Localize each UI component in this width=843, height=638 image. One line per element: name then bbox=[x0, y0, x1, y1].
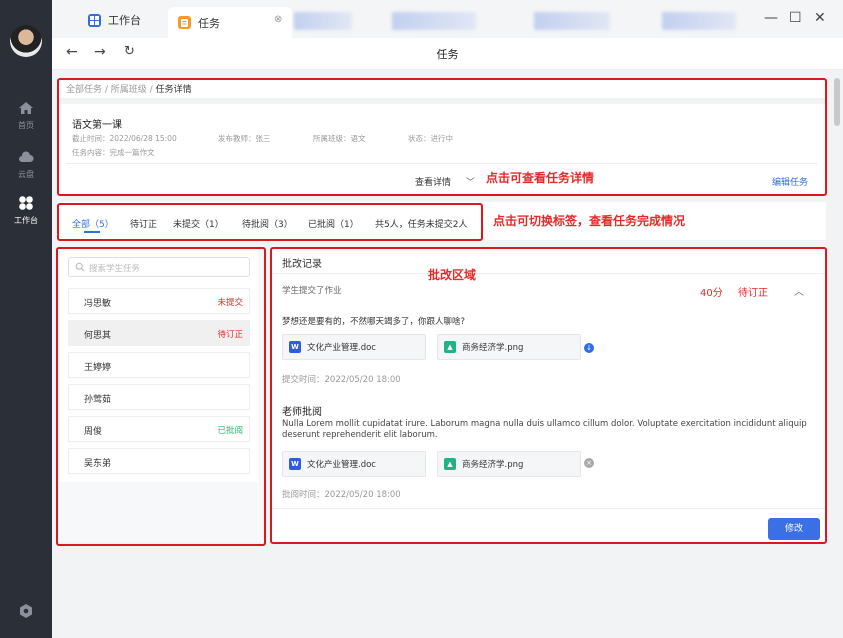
workbench-icon bbox=[88, 13, 101, 27]
avatar[interactable] bbox=[10, 25, 42, 57]
annotation-tabs: 点击可切换标签，查看任务完成情况 bbox=[493, 214, 686, 228]
app-sidebar: 首页 云盘 工作台 bbox=[0, 0, 52, 638]
cloud-icon bbox=[19, 151, 34, 162]
minimize-icon[interactable]: — bbox=[764, 10, 778, 26]
annotation-box-detail bbox=[57, 78, 827, 196]
home-icon bbox=[19, 102, 33, 114]
blurred-tab[interactable] bbox=[392, 12, 476, 30]
page-title: 任务 bbox=[436, 48, 459, 61]
title-bar: 工作台 任务 ⊗ — ☐ ✕ bbox=[52, 0, 843, 38]
workbench-icon bbox=[19, 196, 33, 210]
blurred-tab[interactable] bbox=[294, 12, 352, 30]
blurred-tab[interactable] bbox=[662, 12, 736, 30]
sidebar-item-cloud[interactable]: 云盘 bbox=[0, 149, 52, 180]
annotation-detail: 点击可查看任务详情 bbox=[486, 171, 595, 185]
sidebar-item-label: 工作台 bbox=[14, 216, 38, 225]
task-icon bbox=[178, 16, 191, 29]
tab-label: 任务 bbox=[198, 16, 220, 30]
annotation-box-review bbox=[270, 247, 827, 544]
sidebar-item-home[interactable]: 首页 bbox=[0, 100, 52, 131]
maximize-icon[interactable]: ☐ bbox=[789, 10, 802, 26]
annotation-box-students bbox=[56, 247, 266, 546]
annotation-review: 批改区域 bbox=[428, 268, 477, 282]
tab-workbench[interactable]: 工作台 bbox=[88, 7, 141, 33]
sidebar-item-label: 首页 bbox=[18, 121, 34, 130]
close-window-icon[interactable]: ✕ bbox=[814, 10, 826, 26]
sidebar-item-label: 云盘 bbox=[18, 170, 34, 179]
tab-label: 工作台 bbox=[108, 14, 141, 27]
blurred-tab[interactable] bbox=[534, 12, 610, 30]
annotation-box-tabs bbox=[57, 203, 483, 241]
scrollbar[interactable] bbox=[834, 78, 840, 126]
close-tab-icon[interactable]: ⊗ bbox=[274, 14, 282, 25]
settings-icon[interactable] bbox=[18, 603, 34, 619]
sidebar-item-workbench[interactable]: 工作台 bbox=[0, 195, 52, 226]
nav-bar: ← → ↻ 任务 bbox=[52, 38, 843, 70]
